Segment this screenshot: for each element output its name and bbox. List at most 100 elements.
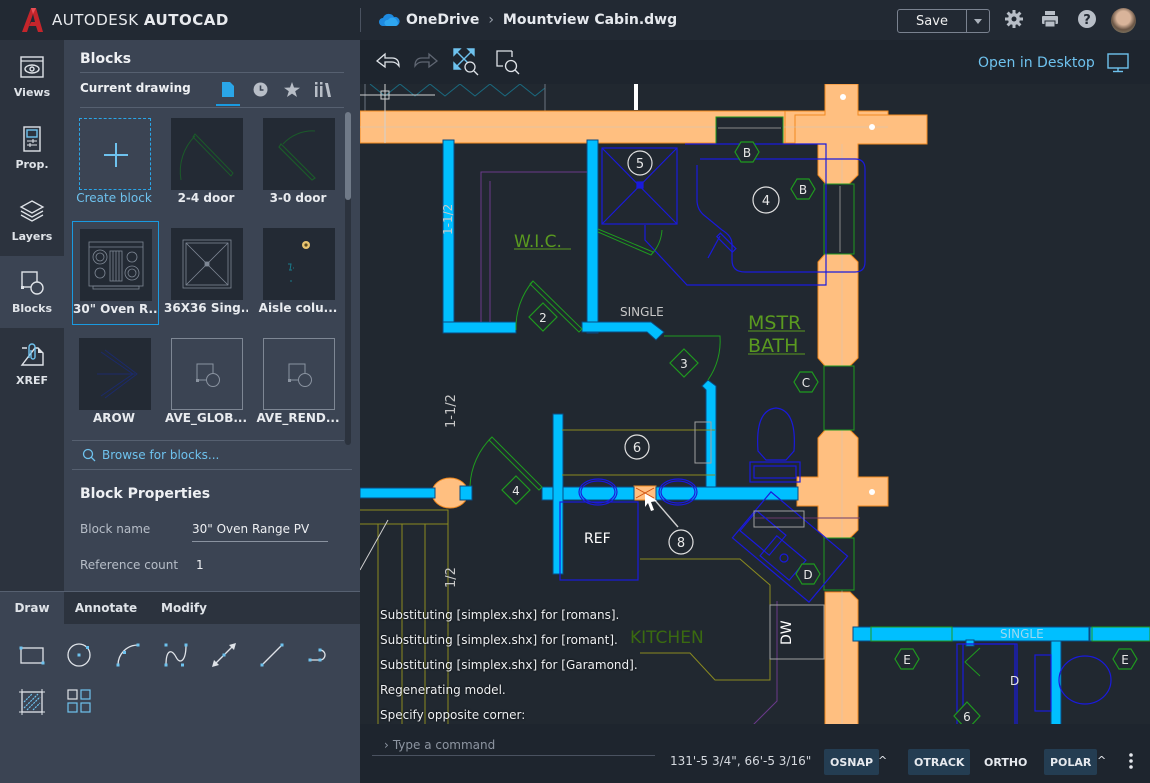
more-tools-grid-icon[interactable] xyxy=(66,688,94,716)
tab-modify[interactable]: Modify xyxy=(148,592,220,624)
osnap-toggle[interactable]: OSNAP xyxy=(824,749,880,775)
hex-tag-c: C xyxy=(802,376,810,390)
zoom-window-icon[interactable] xyxy=(494,48,522,76)
block-tile-3-0-door[interactable]: 3-0 door xyxy=(256,111,340,215)
blocks-panel: Blocks Current drawing Create block 2-4 … xyxy=(64,40,360,591)
hex-tag-e: E xyxy=(903,653,911,667)
nav-properties-label: Prop. xyxy=(15,157,49,171)
open-in-desktop-button[interactable]: Open in Desktop xyxy=(978,53,1129,73)
tab-draw[interactable]: Draw xyxy=(0,592,64,624)
create-block-tile[interactable]: Create block xyxy=(72,111,156,215)
diamond-tag-6: 6 xyxy=(963,710,971,724)
diamond-tag-3: 3 xyxy=(680,357,688,371)
settings-gear-icon[interactable] xyxy=(1004,9,1024,29)
breadcrumb-separator: › xyxy=(488,12,494,28)
block-tile-36x36-sink[interactable]: 36X36 Sing... xyxy=(164,221,248,325)
tab-annotate[interactable]: Annotate xyxy=(64,592,148,624)
nav-views-label: Views xyxy=(13,85,51,99)
top-bar: AUTODESK AUTOCAD OneDrive › Mountview Ca… xyxy=(0,0,1150,40)
save-button[interactable]: Save xyxy=(898,10,966,32)
block-tile-aisle-column[interactable]: Aisle colu... xyxy=(256,221,340,325)
line-tool-icon[interactable] xyxy=(258,641,286,669)
nav-layers[interactable]: Layers xyxy=(0,184,64,256)
block-name-label: Block name xyxy=(80,522,151,536)
nav-properties[interactable]: Prop. xyxy=(0,112,64,184)
star-icon xyxy=(284,81,300,97)
undo-icon[interactable] xyxy=(374,48,402,76)
polar-toggle[interactable]: POLAR xyxy=(1044,749,1098,775)
tab-current-drawing[interactable] xyxy=(217,78,239,100)
rectangle-tool-icon[interactable] xyxy=(18,641,46,669)
tile-label: AVE_GLOB... xyxy=(164,411,248,425)
nav-blocks[interactable]: Blocks xyxy=(0,256,64,328)
nav-blocks-label: Blocks xyxy=(11,301,53,315)
search-icon xyxy=(82,448,96,462)
help-icon[interactable]: ? xyxy=(1077,9,1097,29)
hex-tag-b: B xyxy=(799,183,807,197)
tile-label: Aisle colu... xyxy=(258,301,338,315)
block-tile-ave-glob[interactable]: AVE_GLOB... xyxy=(164,331,248,435)
nav-layers-label: Layers xyxy=(11,229,53,243)
spline-tool-icon[interactable] xyxy=(162,641,190,669)
block-thumbnail xyxy=(171,228,243,300)
status-bar: › Type a command 131'-5 3/4", 66'-5 3/16… xyxy=(360,724,1150,783)
polar-options-caret-icon[interactable]: ^ xyxy=(1097,754,1106,767)
breadcrumb: OneDrive › Mountview Cabin.dwg xyxy=(378,0,677,40)
tab-recent[interactable] xyxy=(249,78,271,100)
nav-views[interactable]: Views xyxy=(0,40,64,112)
block-tile-ave-rend[interactable]: AVE_REND... xyxy=(256,331,340,435)
breadcrumb-onedrive[interactable]: OneDrive xyxy=(406,12,479,28)
tile-label: 36X36 Sing... xyxy=(164,301,248,315)
xref-icon xyxy=(20,342,44,366)
arc-tool-icon[interactable] xyxy=(114,641,142,669)
hatch-tool-icon[interactable] xyxy=(18,688,46,716)
tab-libraries[interactable] xyxy=(312,78,334,100)
ortho-toggle[interactable]: ORTHO xyxy=(978,749,1033,775)
active-tab-indicator xyxy=(216,104,240,106)
block-name-field[interactable]: 30" Oven Range PV xyxy=(192,522,309,536)
nav-xref[interactable]: XREF xyxy=(0,328,64,400)
current-drawing-title: Current drawing xyxy=(80,81,191,95)
tag-4: 4 xyxy=(762,194,770,209)
redo-icon[interactable] xyxy=(412,48,440,76)
scrollbar-thumb[interactable] xyxy=(345,112,351,200)
block-thumbnail xyxy=(80,229,152,301)
block-tile-2-4-door[interactable]: 2-4 door xyxy=(164,111,248,215)
command-input[interactable]: › Type a command xyxy=(372,734,655,756)
save-dropdown-button[interactable] xyxy=(966,10,989,32)
osnap-options-caret-icon[interactable]: ^ xyxy=(878,754,887,767)
arrow-thumbnail-icon xyxy=(97,349,138,399)
browse-blocks-link[interactable]: Browse for blocks... xyxy=(82,448,219,462)
hex-tag-e: E xyxy=(1121,653,1129,667)
tile-label: 2-4 door xyxy=(177,191,235,205)
otrack-toggle[interactable]: OTRACK xyxy=(908,749,971,775)
draw-tools xyxy=(0,624,360,783)
tab-favorites[interactable] xyxy=(281,78,303,100)
tool-tabs: Draw Annotate Modify xyxy=(0,591,360,624)
desktop-monitor-icon xyxy=(1107,53,1129,73)
block-tile-arow[interactable]: AROW xyxy=(72,331,156,435)
circle-tool-icon[interactable] xyxy=(66,641,94,669)
block-tile-oven-range[interactable]: 30" Oven R... xyxy=(72,221,159,325)
zoom-extents-icon[interactable] xyxy=(453,48,481,76)
polyline-tool-icon[interactable] xyxy=(306,641,334,669)
print-icon[interactable] xyxy=(1040,9,1060,29)
more-options-icon[interactable] xyxy=(1128,752,1134,770)
drawing-canvas-area[interactable]: 5 4 6 8 2 3 4 6 B B C D E E W.I.C. MSTR … xyxy=(360,40,1150,783)
block-thumbnail xyxy=(79,338,151,410)
user-avatar[interactable] xyxy=(1111,8,1136,33)
eye-icon xyxy=(20,55,44,78)
divider xyxy=(72,440,344,441)
tag-8: 8 xyxy=(677,536,685,551)
chevron-right-icon: › xyxy=(384,737,389,752)
block-thumbnail xyxy=(263,228,335,300)
dimension-text: 1-1/2 xyxy=(441,204,455,235)
reference-count-value: 1 xyxy=(196,558,204,572)
command-log-line: Regenerating model. xyxy=(380,683,506,697)
column-dot xyxy=(869,124,875,130)
generic-block-icon xyxy=(196,363,220,387)
dimension-tool-icon[interactable] xyxy=(210,641,238,669)
breadcrumb-filename: Mountview Cabin.dwg xyxy=(502,12,678,28)
panel-title: Blocks xyxy=(80,51,132,67)
column-dot xyxy=(840,94,846,100)
